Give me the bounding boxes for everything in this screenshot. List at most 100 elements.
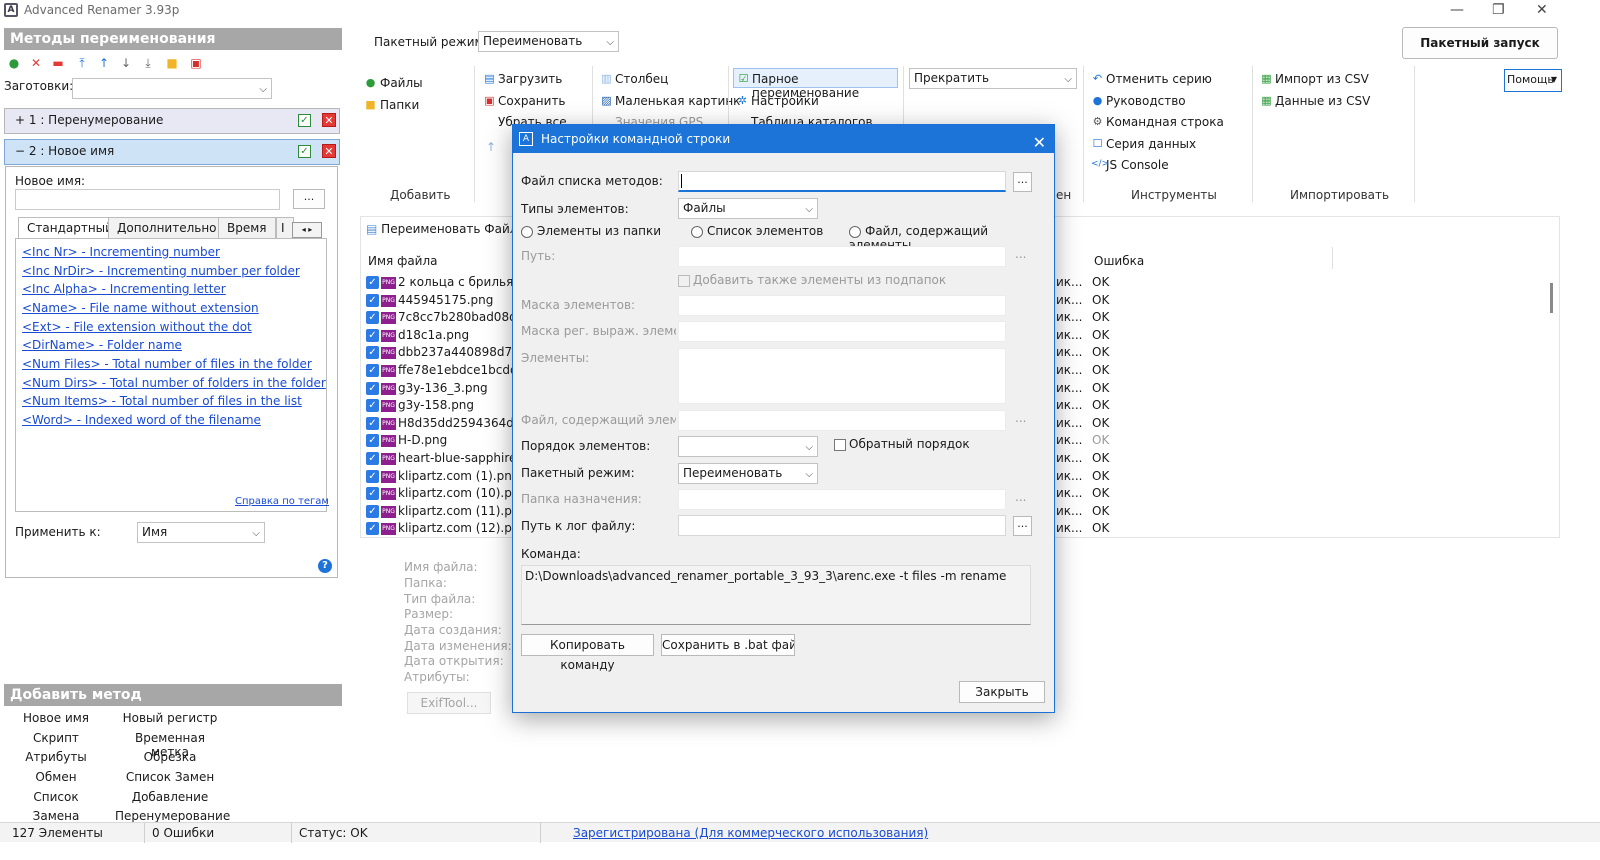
file-checkbox[interactable]: ✓: [366, 452, 379, 465]
file-checkbox[interactable]: ✓: [366, 505, 379, 518]
items-file-input[interactable]: [678, 410, 1006, 431]
tag-link-ext[interactable]: <Ext> - File extension without the dot: [22, 320, 252, 334]
tab-time[interactable]: Время: [218, 217, 276, 239]
column-header-filename[interactable]: Имя файла: [368, 254, 438, 268]
add-method-replace[interactable]: Замена: [1, 809, 111, 823]
mask-input[interactable]: [678, 295, 1006, 316]
column-button[interactable]: ▥ Столбец: [600, 72, 668, 86]
save-icon[interactable]: ▣: [190, 57, 202, 69]
apply-to-combo[interactable]: Имя ⌵: [137, 522, 265, 543]
methods-file-browse-button[interactable]: ...: [1013, 172, 1032, 192]
item-types-combo[interactable]: Файлы ⌵: [678, 198, 818, 219]
dialog-batch-mode-combo[interactable]: Переименовать ⌵: [678, 463, 818, 484]
file-checkbox[interactable]: ✓: [366, 311, 379, 324]
file-row[interactable]: ✓ PNG H8d35dd2594364d6: [366, 415, 512, 432]
file-checkbox[interactable]: ✓: [366, 399, 379, 412]
file-checkbox[interactable]: ✓: [366, 522, 379, 535]
batch-run-button[interactable]: Пакетный запуск: [1402, 27, 1558, 59]
presets-combo[interactable]: ⌵: [72, 78, 272, 99]
path-browse-button[interactable]: ...: [1015, 247, 1026, 261]
tags-help-link[interactable]: Справка по тегам: [235, 496, 329, 507]
file-row[interactable]: ✓PNGklipartz.com (10).png: [366, 485, 512, 502]
file-checkbox[interactable]: ✓: [366, 417, 379, 430]
help-icon[interactable]: ?: [318, 559, 332, 573]
file-row[interactable]: ✓PNGdbb237a440898d7ce: [366, 344, 512, 361]
pair-rename-button[interactable]: ☑ Парное переименование: [733, 68, 898, 100]
clear-methods-icon[interactable]: ▬: [52, 57, 64, 69]
add-method-list[interactable]: Список: [1, 790, 111, 804]
file-row[interactable]: ✓ PNG heart-blue-sapphire3: [366, 450, 512, 467]
file-row[interactable]: ✓ PNG H-D.png: [366, 432, 512, 449]
stop-action-combo[interactable]: Прекратить ⌵: [909, 68, 1077, 89]
tag-link-dirname[interactable]: <DirName> - Folder name: [22, 338, 182, 352]
move-top-icon[interactable]: ⤒: [76, 57, 88, 69]
add-method-attributes[interactable]: Атрибуты: [1, 750, 111, 764]
enable-checkbox[interactable]: ✓: [298, 145, 311, 158]
tag-link-inc-nr[interactable]: <Inc Nr> - Incrementing number: [22, 245, 220, 259]
undo-batch-button[interactable]: ↶ Отменить серию: [1091, 72, 1212, 86]
tag-link-inc-alpha[interactable]: <Inc Alpha> - Incrementing letter: [22, 282, 226, 296]
tag-link-num-dirs[interactable]: <Num Dirs> - Total number of folders in …: [22, 376, 326, 390]
order-combo[interactable]: ⌵: [678, 436, 818, 457]
move-bottom-icon[interactable]: ⤓: [142, 57, 154, 69]
add-method-swap[interactable]: Обмен: [1, 770, 111, 784]
enable-checkbox[interactable]: ✓: [298, 114, 311, 127]
rename-files-tab[interactable]: ▤ Переименовать Файлы: [366, 222, 527, 236]
add-method-new-name[interactable]: Новое имя: [1, 711, 111, 725]
reverse-order-checkbox[interactable]: Обратный порядок: [834, 437, 970, 451]
add-method-add[interactable]: Добавление: [115, 790, 225, 804]
file-row[interactable]: ✓ PNG g3y-158.png: [366, 397, 512, 414]
copy-command-button[interactable]: Копировать команду: [521, 634, 654, 672]
import-csv-button[interactable]: ▦ Импорт из CSV: [1260, 72, 1369, 86]
add-method-icon[interactable]: ●: [8, 57, 20, 69]
file-row[interactable]: ✓PNGklipartz.com (12).png: [366, 520, 512, 537]
remove-icon[interactable]: ✕: [322, 144, 336, 158]
tag-link-word[interactable]: <Word> - Indexed word of the filename: [22, 413, 261, 427]
add-method-script[interactable]: Скрипт: [1, 731, 111, 745]
items-textarea[interactable]: [678, 348, 1006, 404]
add-method-trim[interactable]: Обрезка: [115, 750, 225, 764]
close-button[interactable]: ✕: [1536, 2, 1548, 18]
help-menu-button[interactable]: Помощь ▼: [1504, 69, 1562, 92]
file-row[interactable]: ✓PNGffe78e1ebdce1bcdd1: [366, 362, 512, 379]
method-item-renumber[interactable]: + 1 : Перенумерование: [4, 108, 340, 134]
new-name-input[interactable]: [15, 189, 280, 210]
radio-folder-items[interactable]: Элементы из папки: [521, 224, 661, 238]
tag-link-num-items[interactable]: <Num Items> - Total number of files in t…: [22, 394, 302, 408]
thumbnails-button[interactable]: ▨ Маленькая картинк: [600, 94, 740, 108]
file-checkbox[interactable]: ✓: [366, 329, 379, 342]
command-textarea[interactable]: D:\Downloads\advanced_renamer_portable_3…: [521, 565, 1031, 625]
data-series-button[interactable]: ☐ Серия данных: [1091, 137, 1197, 151]
minimize-button[interactable]: —: [1450, 2, 1464, 18]
tab-advanced[interactable]: Дополнительно: [108, 217, 226, 239]
move-up-icon[interactable]: ↑: [98, 57, 110, 69]
add-method-renumber[interactable]: Перенумерование: [115, 809, 230, 823]
file-checkbox[interactable]: ✓: [366, 382, 379, 395]
settings-button[interactable]: ✲ Настройки: [736, 94, 819, 108]
tab-scroll-arrows[interactable]: ◂ ▸: [292, 222, 322, 238]
command-line-button[interactable]: ⚙ Командная строка: [1091, 115, 1224, 129]
js-console-button[interactable]: </> JS Console: [1091, 158, 1169, 172]
file-checkbox[interactable]: ✓: [366, 294, 379, 307]
file-checkbox[interactable]: ✓: [366, 434, 379, 447]
maximize-button[interactable]: ❐: [1492, 2, 1505, 18]
file-checkbox[interactable]: ✓: [366, 364, 379, 377]
add-folders-button[interactable]: ■ Папки: [364, 98, 419, 112]
insert-tag-button[interactable]: ...: [293, 189, 325, 209]
file-checkbox[interactable]: ✓: [366, 346, 379, 359]
scrollbar-thumb[interactable]: [1550, 283, 1553, 313]
file-checkbox[interactable]: ✓: [366, 276, 379, 289]
save-bat-button[interactable]: Сохранить в .bat файл...: [661, 634, 795, 656]
file-row[interactable]: ✓ PNG 445945175.png: [366, 292, 512, 309]
file-checkbox[interactable]: ✓: [366, 470, 379, 483]
data-csv-button[interactable]: ▦ Данные из CSV: [1260, 94, 1370, 108]
delete-method-icon[interactable]: ✕: [30, 57, 42, 69]
save-list-button[interactable]: ▣ Сохранить: [483, 94, 565, 108]
remove-icon[interactable]: ✕: [322, 113, 336, 127]
add-method-replace-list[interactable]: Список Замен: [115, 770, 225, 784]
add-method-new-case[interactable]: Новый регистр: [115, 711, 225, 725]
dest-folder-browse-button[interactable]: ...: [1015, 490, 1026, 504]
methods-file-input[interactable]: [678, 171, 1006, 192]
items-file-browse-button[interactable]: ...: [1015, 411, 1026, 425]
tab-standard[interactable]: Стандартный: [18, 217, 122, 239]
